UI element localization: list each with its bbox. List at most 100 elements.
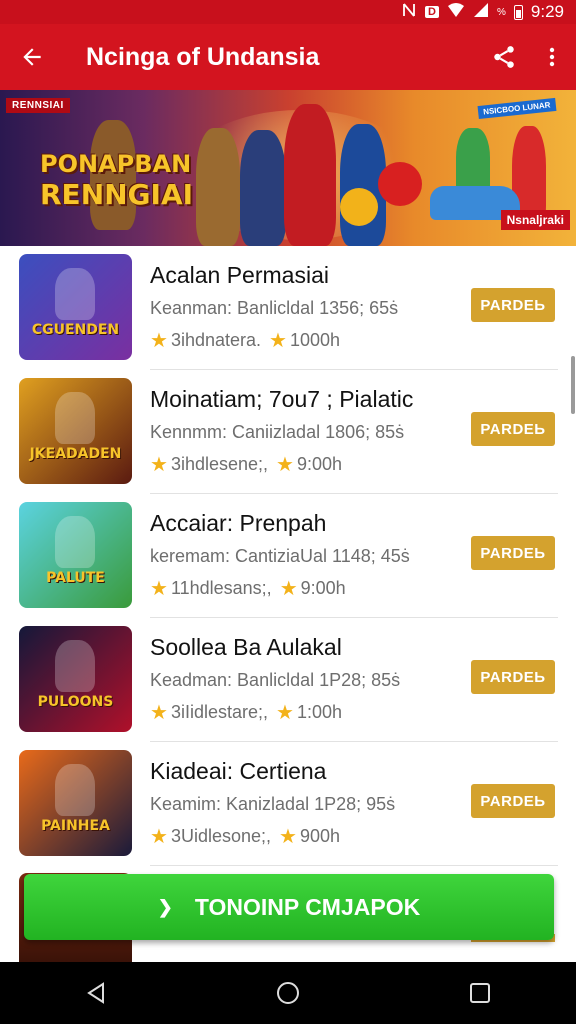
download-button[interactable]: PARDEЬ [471,288,555,322]
game-meta: Keadman: Banlicldal 1P28; 85ṡ [150,670,401,690]
rating-label: 3ihdnatera. [170,330,262,350]
game-meta: Kennmm: Caniizladal 1806; 85ṡ [150,422,405,442]
game-thumbnail[interactable]: CGUENDEN [19,254,132,360]
banner-headline: RENNGIAI [40,178,194,211]
more-vert-icon [549,47,555,67]
notification-badge: D [425,6,439,18]
page-title: Ncinga of Undansia [86,42,320,71]
game-title[interactable]: Soollea Ba Aulakal [150,634,342,661]
banner-character [284,104,336,246]
thumbnail-title: JKEADADEN [29,446,122,462]
game-meta: Keamim: Kanizladal 1P28; 95ṡ [150,794,396,814]
game-thumbnail[interactable]: PAINHEA [19,750,132,856]
status-bar: D % 9:29 [0,0,576,24]
game-thumbnail[interactable]: PALUTE [19,502,132,608]
download-button[interactable]: PARDEЬ [471,784,555,818]
rating-label: 3Uidlesone;, [170,826,272,846]
row-divider [150,865,558,866]
time-label: 1000h [289,330,341,350]
hero-banner[interactable]: RENNSIAI NSICBOO LUNAR PONAPBAN RENNGIAI… [0,90,576,246]
rating-label: 11hdlesans;, [170,578,272,598]
star-icon: ★ [150,454,168,476]
thumbnail-character [55,268,95,320]
banner-ball [340,188,378,226]
thumbnail-title: PULOONS [37,694,114,710]
game-title[interactable]: Kiadeai: Certiena [150,758,326,785]
game-list-item[interactable]: PULOONS Soollea Ba Aulakal Keadman: Banl… [0,618,576,742]
game-title[interactable]: Moinatiam; 7ou7 ; Pialatic [150,386,413,413]
banner-tag: NSICBOO LUNAR [477,97,557,120]
game-thumbnail[interactable]: JKEADADEN [19,378,132,484]
nav-back-button[interactable] [66,962,126,1024]
share-button[interactable] [480,24,528,90]
banner-ball [378,162,422,206]
time-label: 9:00h [296,454,342,474]
game-stats: ★ 3Uidlesone;, ★ 900h [150,824,340,849]
game-list-item[interactable]: PALUTE Accaiar: Prenpah keremam: Cantizi… [0,494,576,618]
star-icon: ★ [150,826,168,848]
nfc-icon [401,2,417,22]
download-button[interactable]: PARDEЬ [471,412,555,446]
banner-character [196,128,240,246]
star-icon: ★ [276,702,294,724]
nav-home-button[interactable] [258,962,318,1024]
share-icon [494,46,514,68]
recents-square-icon [470,983,490,1003]
game-list-item[interactable]: JKEADADEN Moinatiam; 7ou7 ; Pialatic Ken… [0,370,576,494]
game-stats: ★ 11hdlesans;, ★ 9:00h [150,576,346,601]
game-stats: ★ 3iIidlestare;, ★ 1:00h [150,700,342,725]
star-icon: ★ [150,702,168,724]
time-label: 9:00h [300,578,346,598]
star-icon: ★ [269,330,287,352]
battery-icon [513,4,523,20]
thumbnail-character [55,516,95,568]
arrow-back-icon [23,48,41,66]
thumbnail-character [55,640,95,692]
banner-tag: RENNSIAI [6,98,70,113]
more-button[interactable] [528,24,576,90]
banner-tag: Nsnaljraki [500,210,570,230]
star-icon: ★ [150,330,168,352]
game-title[interactable]: Acalan Permasiai [150,262,329,289]
wifi-icon [447,2,465,22]
thumbnail-title: PAINHEA [41,818,110,834]
time-label: 1:00h [296,702,342,722]
time-label: 900h [299,826,340,846]
clock: 9:29 [530,2,564,21]
star-icon: ★ [276,454,294,476]
game-list-item[interactable]: CGUENDEN Acalan Permasiai Keanman: Banli… [0,246,576,370]
rating-label: 3iIidlestare;, [170,702,268,722]
chevron-right-icon: ❯ [157,896,173,917]
battery-percent: % [497,6,506,18]
app-bar: Ncinga of Undansia [0,24,576,90]
thumbnail-character [55,392,95,444]
thumbnail-title: CGUENDEN [31,322,120,338]
thumbnail-character [55,764,95,816]
download-button[interactable]: PARDEЬ [471,536,555,570]
game-meta: Keanman: Banlicldal 1356; 65ṡ [150,298,399,318]
home-circle-icon [277,982,299,1004]
game-thumbnail[interactable]: PULOONS [19,626,132,732]
system-nav-bar [0,962,576,1024]
star-icon: ★ [150,578,168,600]
status-icons: D % 9:29 [401,0,564,24]
scrollbar[interactable] [571,356,575,414]
banner-character [240,130,286,246]
rating-label: 3ihdlesene;, [170,454,269,474]
cta-label: TONOINP CMJAPOK [194,893,421,920]
primary-cta-button[interactable]: ❯ TONOINP CMJAPOK [24,874,554,940]
signal-icon [473,2,489,22]
thumbnail-title: PALUTE [46,570,105,586]
download-button[interactable]: PARDEЬ [471,660,555,694]
game-stats: ★ 3ihdlesene;, ★ 9:00h [150,452,342,477]
nav-recents-button[interactable] [450,962,510,1024]
back-button[interactable] [0,24,64,90]
star-icon: ★ [279,578,298,600]
back-triangle-icon [87,982,104,1004]
star-icon: ★ [279,826,297,848]
banner-headline: PONAPBAN [40,150,192,178]
game-stats: ★ 3ihdnatera. ★ 1000h [150,328,340,353]
game-title[interactable]: Accaiar: Prenpah [150,510,326,537]
game-list-item[interactable]: PAINHEA Kiadeai: Certiena Keamim: Kanizl… [0,742,576,866]
game-meta: keremam: CantiziaUal 1148; 45ṡ [150,546,410,566]
